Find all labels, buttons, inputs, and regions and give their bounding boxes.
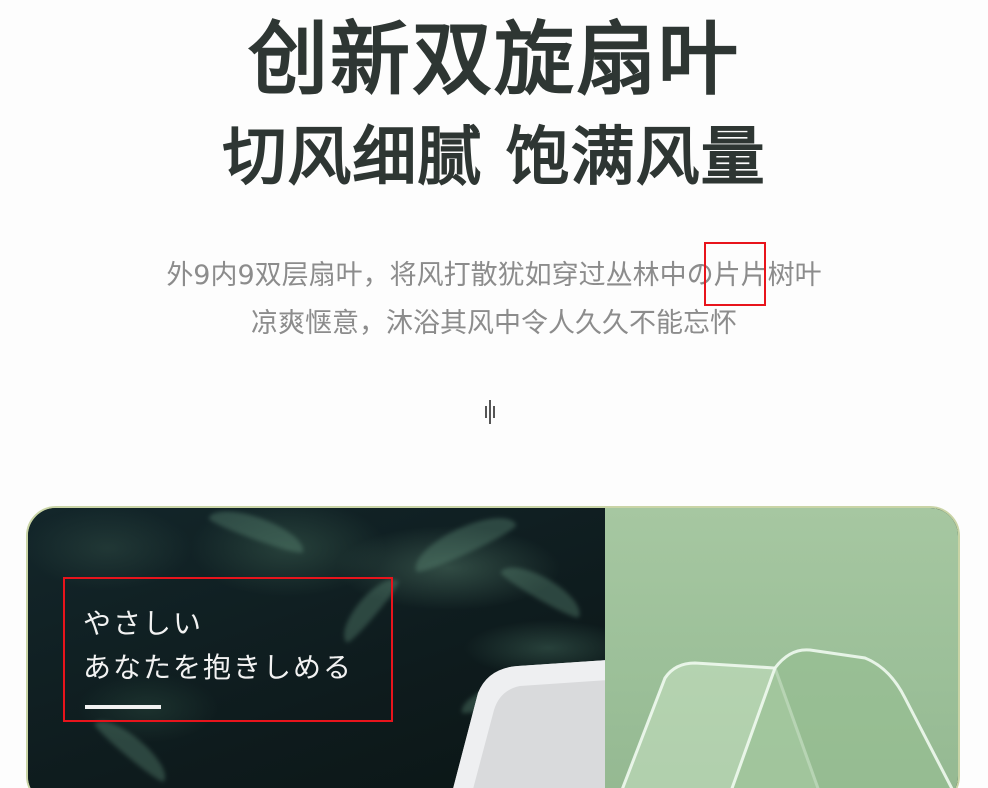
headline-subtitle: 切风细腻 饱满风量: [222, 121, 766, 195]
fan-blade-shape: [621, 648, 954, 788]
japanese-caption: やさしい あなたを抱きしめる: [63, 577, 393, 722]
highlight-box-description: [704, 242, 766, 306]
highlight-box-caption: [63, 577, 393, 722]
fan-body-shape: [453, 658, 638, 788]
headline-title: 创新双旋扇叶: [248, 13, 740, 106]
product-page: 创新双旋扇叶 切风细腻 饱满风量 外9内9双层扇叶，将风打散犹如穿过丛林中の片片…: [0, 0, 988, 788]
fan-blade-panel: [605, 508, 958, 788]
description-line-2: 凉爽惬意，沐浴其风中令人久久不能忘怀: [251, 308, 737, 339]
leaf-shape: [92, 711, 174, 785]
description-line-1: 外9内9双层扇叶，将风打散犹如穿过丛林中の片片树叶: [166, 260, 822, 291]
leaf-shape: [407, 508, 519, 577]
leaf-shape: [498, 556, 588, 622]
audio-wave-icon: [485, 400, 495, 424]
feature-card: やさしい あなたを抱きしめる: [26, 506, 960, 788]
leaf-shape: [207, 508, 309, 557]
